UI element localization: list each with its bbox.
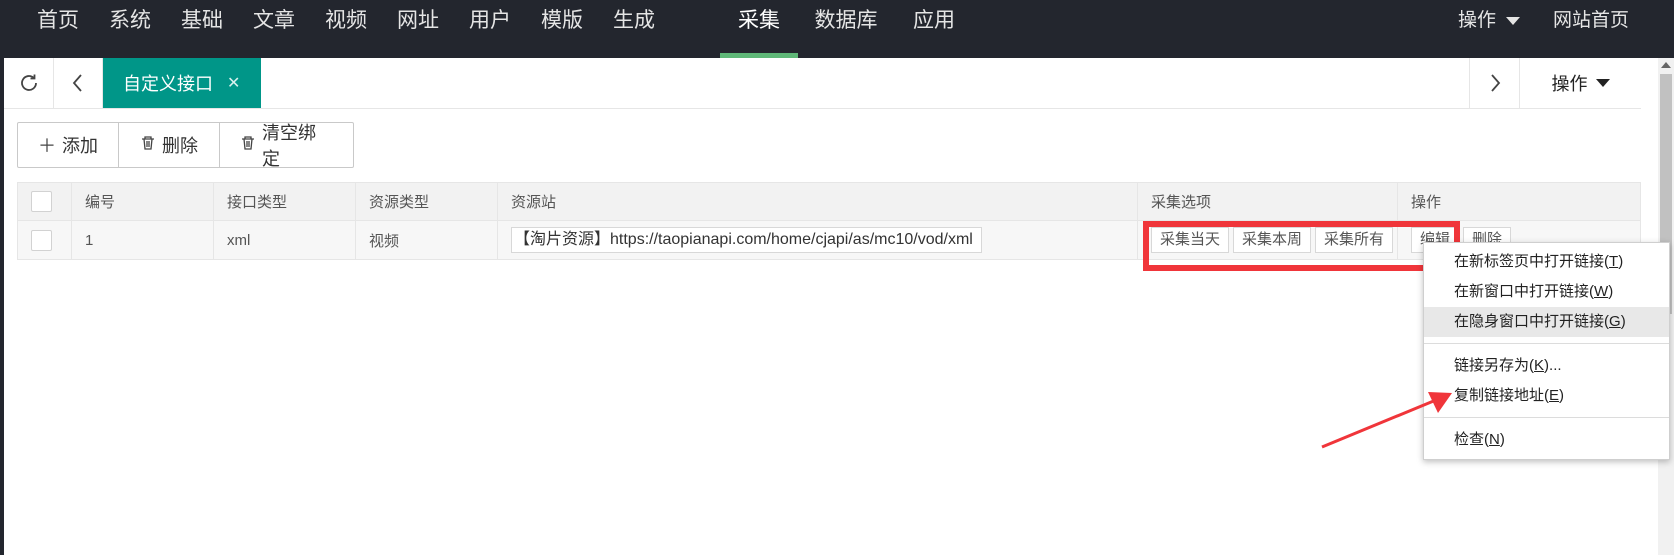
annotation-arrow-icon xyxy=(1321,392,1452,449)
ctx-copy-link-address-label: 复制链接地址 xyxy=(1454,387,1545,404)
nav-item-system[interactable]: 系统 xyxy=(94,0,166,58)
scroll-up-arrow-icon[interactable] xyxy=(1661,62,1671,68)
chevron-right-icon xyxy=(1490,74,1500,92)
tab-custom-api[interactable]: 自定义接口 ✕ xyxy=(103,58,261,108)
ctx-separator xyxy=(1424,343,1669,344)
context-menu: 在新标签页中打开链接(T) 在新窗口中打开链接(W) 在隐身窗口中打开链接(G)… xyxy=(1423,242,1670,460)
table-header: 编号 接口类型 资源类型 资源站 采集选项 操作 xyxy=(18,183,1640,221)
add-button[interactable]: ＋ 添加 xyxy=(18,123,119,167)
plus-icon: ＋ xyxy=(38,136,56,156)
nav-item-video[interactable]: 视频 xyxy=(310,0,382,58)
refresh-icon xyxy=(20,74,37,91)
tab-ops-menu[interactable]: 操作 xyxy=(1520,58,1641,108)
clear-binding-button[interactable]: 清空绑定 xyxy=(220,123,353,169)
header-resource-site: 资源站 xyxy=(498,183,1138,220)
delete-button-label: 删除 xyxy=(162,136,198,156)
ctx-open-new-window-key: W xyxy=(1594,283,1609,300)
row-resource-type: 视频 xyxy=(356,221,498,259)
select-all-checkbox[interactable] xyxy=(31,191,52,212)
ctx-inspect-key: N xyxy=(1489,431,1500,448)
nav-site-home-link[interactable]: 网站首页 xyxy=(1553,0,1629,42)
nav-item-user[interactable]: 用户 xyxy=(454,0,526,58)
chevron-left-icon xyxy=(72,74,82,92)
nav-item-generate[interactable]: 生成 xyxy=(598,0,670,58)
header-api-type: 接口类型 xyxy=(214,183,356,220)
caret-down-icon xyxy=(1506,16,1521,25)
nav-item-apps[interactable]: 应用 xyxy=(898,0,970,58)
top-navigation: 首页 系统 基础 文章 视频 网址 用户 模版 生成 采集 数据库 应用 操作 … xyxy=(0,0,1674,58)
nav-ops-label: 操作 xyxy=(1458,10,1497,31)
trash-icon xyxy=(140,135,156,156)
ctx-save-link-as-suffix: ... xyxy=(1549,357,1562,374)
tab-custom-api-label: 自定义接口 xyxy=(123,74,213,94)
row-resource-site: 【淘片资源】https://taopianapi.com/home/cjapi/… xyxy=(498,221,1138,259)
nav-item-home[interactable]: 首页 xyxy=(22,0,94,58)
ctx-open-incognito-label: 在隐身窗口中打开链接 xyxy=(1454,313,1605,330)
ctx-open-incognito[interactable]: 在隐身窗口中打开链接(G) xyxy=(1424,307,1669,337)
close-icon[interactable]: ✕ xyxy=(227,73,240,93)
refresh-button[interactable] xyxy=(4,58,54,108)
tab-bar: 自定义接口 ✕ 操作 xyxy=(4,58,1641,109)
highlight-box xyxy=(1143,221,1460,271)
ctx-open-new-tab-label: 在新标签页中打开链接 xyxy=(1454,253,1605,270)
resource-site-link[interactable]: 【淘片资源】https://taopianapi.com/home/cjapi/… xyxy=(511,227,982,253)
row-checkbox[interactable] xyxy=(31,229,52,251)
row-api-type: xml xyxy=(214,221,356,259)
tab-ops-label: 操作 xyxy=(1551,74,1588,94)
ctx-save-link-as-label: 链接另存为 xyxy=(1454,357,1530,374)
clear-binding-button-label: 清空绑定 xyxy=(262,123,316,169)
nav-item-url[interactable]: 网址 xyxy=(382,0,454,58)
tab-prev-button[interactable] xyxy=(54,58,103,108)
ctx-open-new-window-label: 在新窗口中打开链接 xyxy=(1454,283,1590,300)
nav-item-template[interactable]: 模版 xyxy=(526,0,598,58)
action-toolbar: ＋ 添加 删除 清空绑定 xyxy=(17,122,354,169)
ctx-save-link-as[interactable]: 链接另存为(K)... xyxy=(1424,351,1669,381)
ctx-copy-link-address-key: E xyxy=(1549,387,1560,404)
header-resource-type: 资源类型 xyxy=(356,183,498,220)
ctx-copy-link-address[interactable]: 复制链接地址(E) xyxy=(1424,381,1669,411)
ctx-open-new-tab-key: T xyxy=(1609,253,1619,270)
trash-icon xyxy=(240,135,256,156)
nav-ops-menu[interactable]: 操作 xyxy=(1458,0,1521,42)
row-id: 1 xyxy=(72,221,214,259)
delete-button[interactable]: 删除 xyxy=(119,123,220,167)
ctx-open-new-tab[interactable]: 在新标签页中打开链接(T) xyxy=(1424,247,1669,277)
row-select xyxy=(18,221,72,259)
header-select-all xyxy=(18,183,72,220)
nav-item-collect[interactable]: 采集 xyxy=(720,0,798,58)
header-id: 编号 xyxy=(72,183,214,220)
nav-item-article[interactable]: 文章 xyxy=(238,0,310,58)
add-button-label: 添加 xyxy=(62,136,98,156)
nav-item-basic[interactable]: 基础 xyxy=(166,0,238,58)
header-collect-options: 采集选项 xyxy=(1138,183,1398,220)
ctx-open-incognito-key: G xyxy=(1609,313,1621,330)
ctx-save-link-as-key: K xyxy=(1534,357,1545,374)
ctx-open-new-window[interactable]: 在新窗口中打开链接(W) xyxy=(1424,277,1669,307)
caret-down-icon xyxy=(1595,79,1610,87)
nav-item-database[interactable]: 数据库 xyxy=(805,0,887,58)
tab-next-button[interactable] xyxy=(1469,58,1520,108)
ctx-inspect[interactable]: 检查(N) xyxy=(1424,425,1669,455)
ctx-separator xyxy=(1424,417,1669,418)
header-actions: 操作 xyxy=(1411,194,1442,211)
